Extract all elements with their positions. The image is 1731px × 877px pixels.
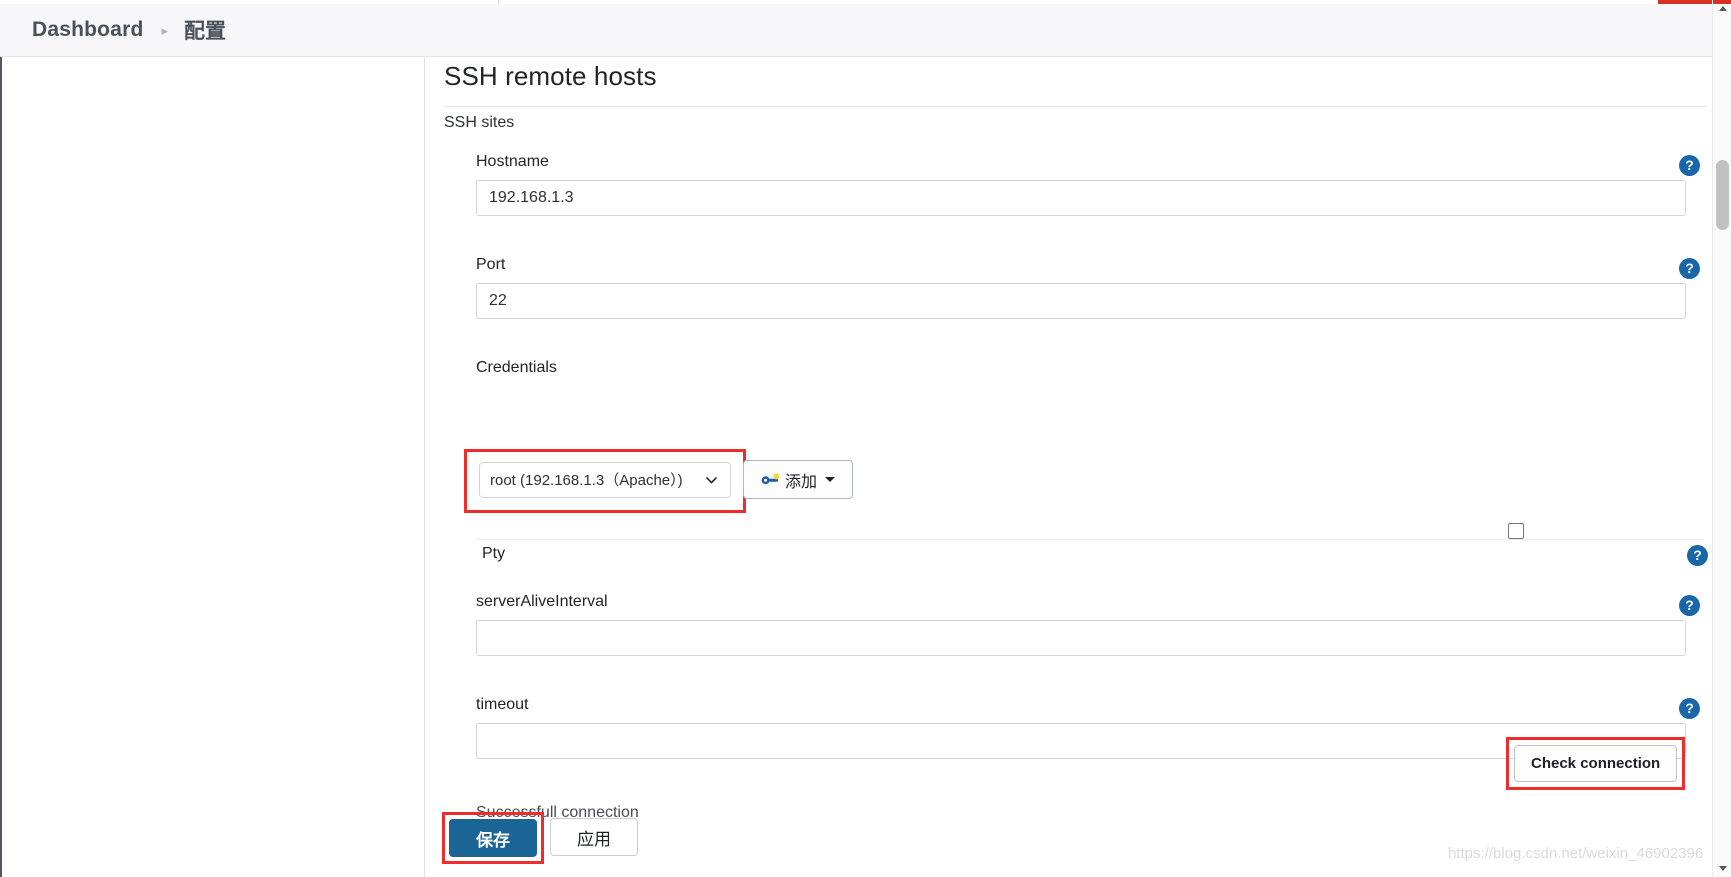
label-timeout: timeout	[476, 696, 529, 713]
server-alive-interval-input[interactable]	[476, 620, 1686, 656]
check-connection-highlight-box: Check connection	[1506, 737, 1686, 790]
timeout-input[interactable]	[476, 723, 1686, 759]
field-hostname: Hostname ?	[476, 153, 1704, 216]
credentials-select[interactable]: root (192.168.1.3（Apache）)	[479, 462, 731, 498]
help-icon-pty[interactable]: ?	[1687, 545, 1708, 566]
scroll-down-button[interactable]	[1713, 860, 1731, 877]
port-input[interactable]	[476, 283, 1686, 319]
add-credential-button[interactable]: 添加	[743, 460, 853, 499]
breadcrumb-separator-icon: ▸	[161, 22, 169, 38]
section-label-ssh-sites: SSH sites	[444, 114, 515, 131]
field-server-alive-interval: serverAliveInterval ?	[476, 593, 1704, 656]
label-hostname: Hostname	[476, 153, 549, 170]
credentials-highlight-box: root (192.168.1.3（Apache）)	[464, 449, 746, 513]
app-window: Dashboard ▸ 配置 SSH remote hosts SSH site…	[0, 0, 1731, 877]
save-button[interactable]: 保存	[449, 819, 537, 857]
label-pty: Pty	[482, 545, 506, 562]
title-divider	[444, 106, 1706, 107]
sidebar-left-edge	[0, 57, 2, 877]
help-icon-timeout[interactable]: ?	[1679, 698, 1700, 719]
save-highlight-box: 保存	[442, 812, 544, 864]
pty-divider	[476, 539, 1704, 540]
field-port: Port ?	[476, 256, 1704, 319]
sidebar-nav-rail	[0, 57, 425, 877]
pty-checkbox[interactable]	[1508, 523, 1524, 539]
scroll-up-button[interactable]	[1713, 0, 1731, 17]
help-icon-hostname[interactable]: ?	[1679, 155, 1700, 176]
key-icon	[761, 472, 780, 484]
apply-button[interactable]: 应用	[550, 818, 638, 856]
hostname-input[interactable]	[476, 180, 1686, 216]
check-connection-button[interactable]: Check connection	[1514, 745, 1678, 782]
breadcrumb-item-dashboard[interactable]: Dashboard	[32, 18, 144, 42]
help-icon-server-alive-interval[interactable]: ?	[1679, 595, 1700, 616]
label-server-alive-interval: serverAliveInterval	[476, 593, 608, 610]
caret-down-icon	[825, 477, 835, 482]
help-icon-port[interactable]: ?	[1679, 258, 1700, 279]
breadcrumb: Dashboard ▸ 配置	[0, 4, 1712, 57]
credentials-row: root (192.168.1.3（Apache）)	[464, 449, 746, 513]
breadcrumb-item-current[interactable]: 配置	[184, 15, 226, 45]
watermark-text: https://blog.csdn.net/weixin_46902396	[1448, 845, 1704, 862]
page-scrollbar[interactable]	[1712, 0, 1731, 877]
label-credentials: Credentials	[476, 359, 557, 376]
page-title: SSH remote hosts	[444, 61, 657, 91]
scrollbar-thumb[interactable]	[1716, 160, 1729, 230]
triangle-up-icon	[1718, 6, 1727, 11]
triangle-down-icon	[1718, 866, 1727, 871]
add-credential-label: 添加	[784, 473, 817, 491]
field-credentials-label: Credentials	[476, 359, 1704, 386]
label-port: Port	[476, 256, 506, 273]
